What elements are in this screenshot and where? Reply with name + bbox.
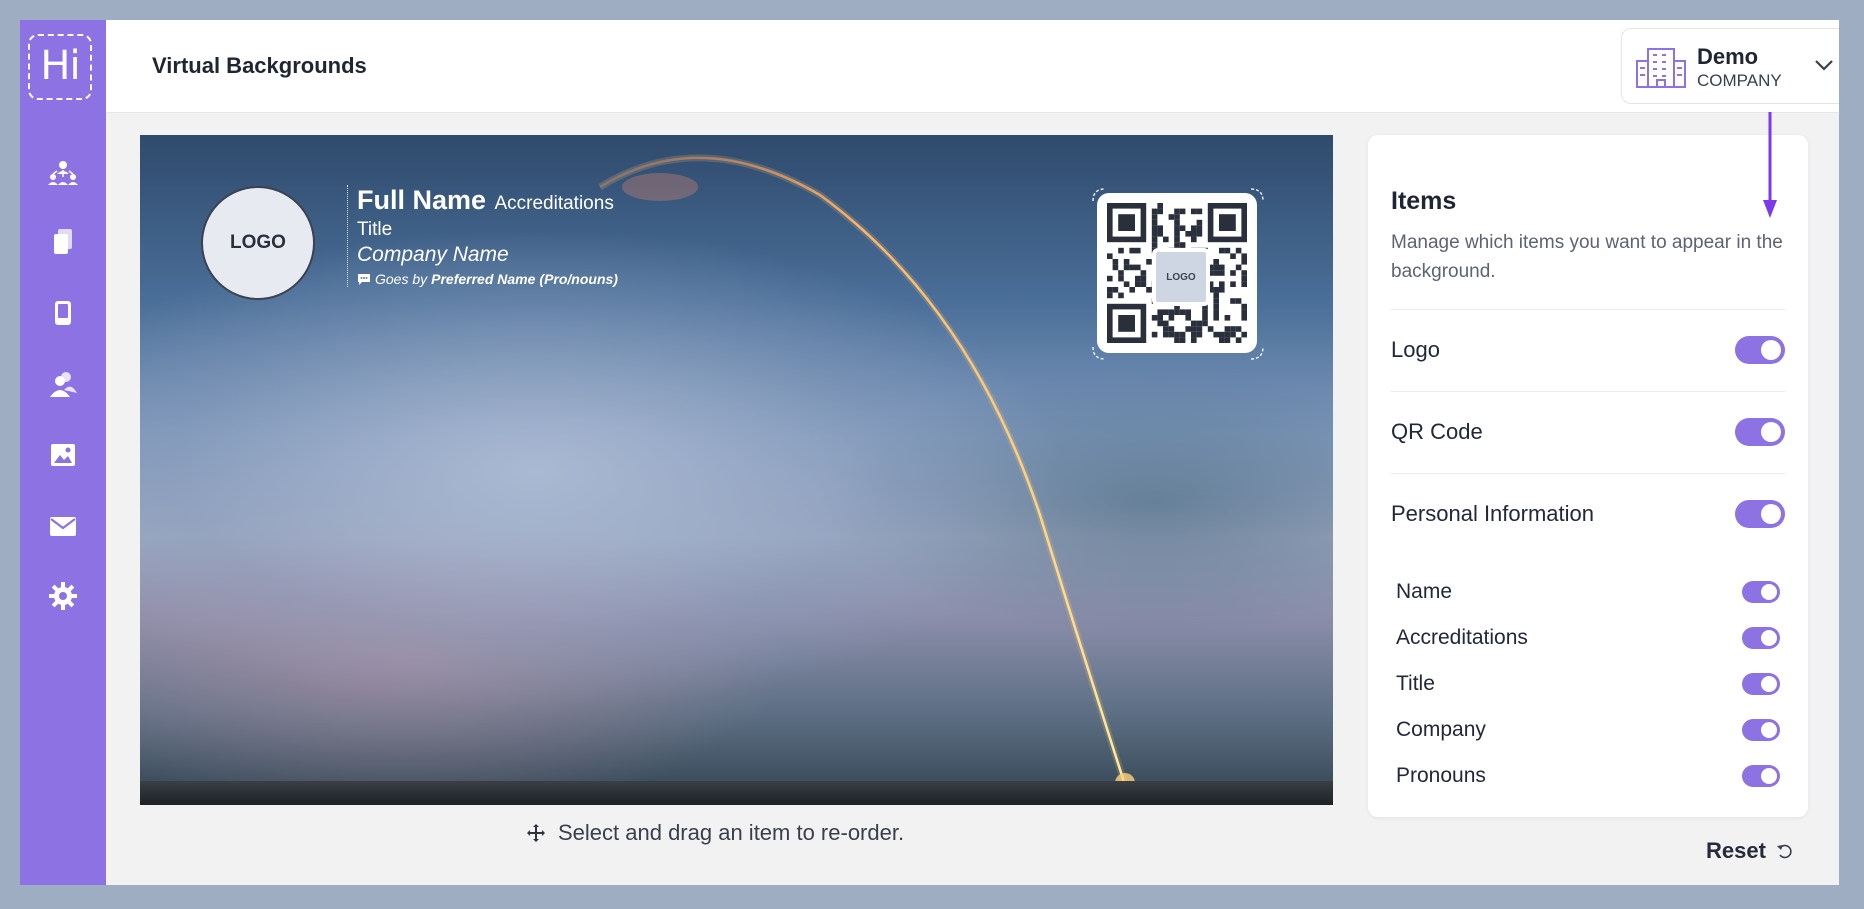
items-description: Manage which items you want to appear in… bbox=[1391, 232, 1783, 282]
sub-item-label: Pronouns bbox=[1396, 764, 1486, 787]
sub-item-row-pronouns: Pronouns bbox=[1396, 753, 1780, 799]
sub-item-label: Company bbox=[1396, 718, 1486, 741]
logo-toggle[interactable] bbox=[1735, 336, 1785, 364]
sidebar-item-settings[interactable] bbox=[45, 578, 81, 614]
item-label: Personal Information bbox=[1391, 501, 1594, 526]
sub-item-row-accreditations: Accreditations bbox=[1396, 615, 1780, 661]
item-row-personal-info: Personal Information bbox=[1391, 473, 1785, 554]
sidebar-item-tablet[interactable] bbox=[45, 295, 81, 331]
sidebar-item-images[interactable] bbox=[45, 437, 81, 473]
company-toggle[interactable] bbox=[1742, 719, 1780, 741]
qr-logo: LOGO bbox=[1152, 248, 1210, 306]
preview-pronouns: (Pro/nouns) bbox=[539, 271, 618, 287]
item-row-logo: Logo bbox=[1391, 309, 1785, 390]
drag-hint: Select and drag an item to re-order. bbox=[526, 820, 904, 846]
sub-item-label: Accreditations bbox=[1396, 626, 1528, 649]
preview-company: Company Name bbox=[357, 243, 509, 266]
sub-item-row-name: Name bbox=[1396, 569, 1780, 615]
reset-button[interactable]: Reset bbox=[1706, 838, 1794, 864]
sidebar-item-org[interactable] bbox=[45, 155, 81, 191]
items-title: Items bbox=[1391, 187, 1457, 215]
company-name: Demo bbox=[1697, 44, 1759, 69]
page-title: Virtual Backgrounds bbox=[152, 53, 367, 78]
company-switcher[interactable]: Demo COMPANY bbox=[1621, 28, 1839, 104]
sub-item-row-title: Title bbox=[1396, 661, 1780, 707]
app-frame: Hi Virtual Backgrounds Demo COMPANY LOGO… bbox=[20, 20, 1839, 885]
image-icon bbox=[51, 444, 75, 466]
preview-title: Title bbox=[357, 219, 393, 240]
preview-qr-code[interactable]: LOGO bbox=[1097, 193, 1257, 353]
horizon bbox=[140, 781, 1333, 805]
item-label: QR Code bbox=[1391, 419, 1483, 444]
sub-item-label: Name bbox=[1396, 580, 1453, 603]
preview-logo[interactable]: LOGO bbox=[201, 186, 315, 300]
item-row-qr-code: QR Code bbox=[1391, 391, 1785, 472]
pronouns-prefix: Goes by bbox=[375, 271, 428, 287]
undo-icon bbox=[1776, 844, 1792, 859]
sidebar-item-mail[interactable] bbox=[45, 508, 81, 544]
preview-preferred-name: Preferred Name bbox=[431, 271, 536, 287]
personal-info-block[interactable]: Full Name Accreditations Title Company N… bbox=[347, 185, 618, 287]
qr-code-toggle[interactable] bbox=[1735, 418, 1785, 446]
reset-label: Reset bbox=[1706, 838, 1766, 863]
title-toggle[interactable] bbox=[1742, 673, 1780, 695]
sub-item-label: Title bbox=[1396, 672, 1435, 695]
items-panel: Items Manage which items you want to app… bbox=[1368, 135, 1808, 817]
company-subtitle: COMPANY bbox=[1697, 71, 1782, 90]
chat-icon bbox=[358, 274, 370, 285]
people-icon bbox=[50, 372, 77, 397]
item-label: Logo bbox=[1391, 337, 1440, 362]
preview-full-name: Full Name bbox=[357, 185, 487, 215]
move-icon bbox=[527, 824, 545, 842]
org-chart-icon bbox=[48, 161, 78, 185]
app-logo[interactable]: Hi bbox=[28, 34, 92, 100]
sidebar: Hi bbox=[20, 20, 106, 885]
background-preview: LOGO Full Name Accreditations Title Comp… bbox=[140, 135, 1333, 805]
annotation-arrow bbox=[1763, 112, 1777, 218]
header: Virtual Backgrounds bbox=[106, 20, 1839, 113]
accreditations-toggle[interactable] bbox=[1742, 627, 1780, 649]
sub-item-row-company: Company bbox=[1396, 707, 1780, 753]
tablet-icon bbox=[55, 301, 71, 325]
personal-info-toggle[interactable] bbox=[1735, 500, 1785, 528]
pronouns-toggle[interactable] bbox=[1742, 765, 1780, 787]
name-toggle[interactable] bbox=[1742, 581, 1780, 603]
cards-icon bbox=[54, 229, 72, 254]
gear-icon bbox=[49, 582, 77, 610]
drag-hint-text: Select and drag an item to re-order. bbox=[558, 820, 905, 845]
sidebar-item-cards[interactable] bbox=[45, 224, 81, 260]
chevron-down-icon[interactable] bbox=[1812, 53, 1836, 77]
preview-accreditations: Accreditations bbox=[494, 193, 614, 214]
building-icon bbox=[1636, 48, 1686, 88]
mail-icon bbox=[50, 517, 76, 536]
sidebar-item-people[interactable] bbox=[45, 366, 81, 402]
